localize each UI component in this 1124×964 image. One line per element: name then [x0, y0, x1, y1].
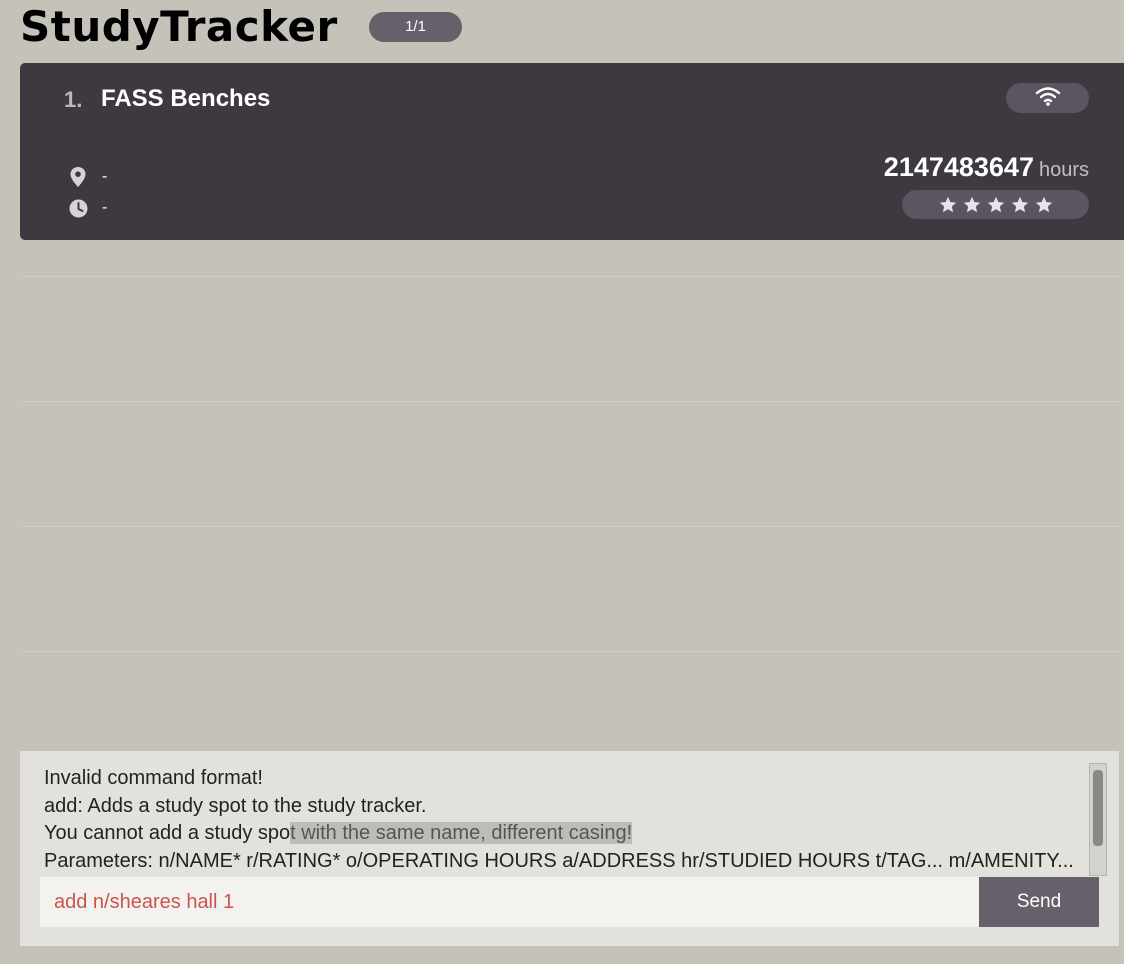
operating-hours-value: -	[102, 199, 108, 216]
result-line: You cannot add a study spot with the sam…	[44, 820, 1084, 848]
list-row-divider	[20, 526, 1124, 527]
studied-hours-value: 2147483647	[883, 152, 1034, 182]
result-line: Parameters: n/NAME* r/RATING* o/OPERATIN…	[44, 849, 1074, 872]
clock-icon	[68, 198, 88, 218]
address-row: -	[68, 166, 107, 188]
address-value: -	[102, 168, 108, 185]
star-icon	[1011, 196, 1028, 213]
result-display-text[interactable]: Invalid command format! add: Adds a stud…	[44, 765, 1084, 875]
card-index: 1.	[64, 87, 83, 112]
star-icon	[939, 196, 956, 213]
result-line: add: Adds a study spot to the study trac…	[44, 794, 427, 817]
amenity-badge	[1006, 83, 1089, 113]
result-text-selection: t with the same name, different casing!	[290, 822, 633, 844]
result-scrollbar[interactable]	[1089, 763, 1107, 876]
star-icon	[963, 196, 980, 213]
send-button[interactable]: Send	[979, 877, 1099, 927]
location-pin-icon	[68, 167, 88, 187]
result-text-plain: You cannot add a study spo	[44, 822, 291, 844]
scrollbar-thumb[interactable]	[1093, 770, 1103, 846]
study-spot-card[interactable]: 1. FASS Benches - - 2147483647 hours	[20, 63, 1124, 240]
studied-hours-unit: hours	[1038, 159, 1089, 181]
list-row-divider	[20, 651, 1124, 652]
studied-hours: 2147483647 hours	[884, 152, 1089, 183]
list-row-divider	[20, 401, 1124, 402]
result-line: Invalid command format!	[44, 767, 263, 789]
list-row-divider	[20, 276, 1124, 277]
app-title: StudyTracker	[20, 2, 338, 51]
wifi-icon	[1035, 86, 1061, 111]
study-spot-name: FASS Benches	[101, 85, 271, 112]
rating-badge	[902, 190, 1089, 219]
star-icon	[1035, 196, 1052, 213]
command-input[interactable]	[40, 877, 979, 927]
operating-hours-row: -	[68, 197, 107, 219]
result-display-panel: Invalid command format! add: Adds a stud…	[20, 751, 1119, 946]
star-icon	[987, 196, 1004, 213]
page-indicator: 1/1	[369, 12, 462, 42]
